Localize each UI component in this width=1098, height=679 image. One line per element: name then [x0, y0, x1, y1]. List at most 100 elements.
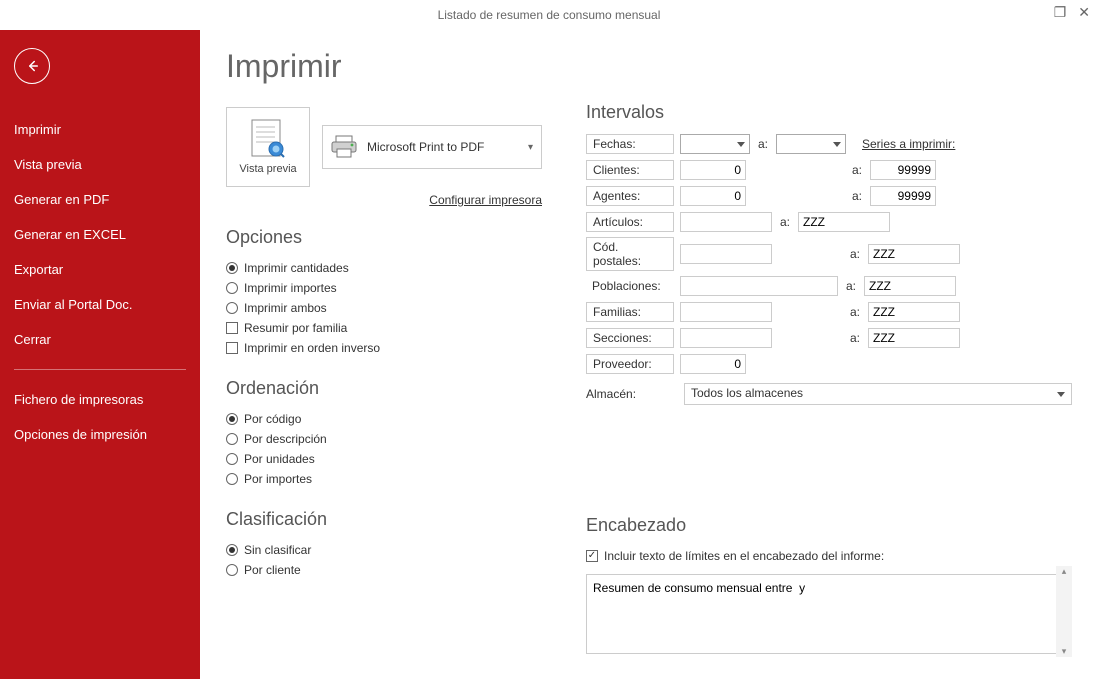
- radio-icon: [226, 473, 238, 485]
- printer-name: Microsoft Print to PDF: [367, 140, 484, 154]
- intv-cpostales-row: Cód. postales: a:: [586, 237, 1072, 271]
- ord-codigo[interactable]: Por código: [226, 409, 556, 429]
- fechas-from-dropdown[interactable]: [680, 134, 750, 154]
- sidebar-item-opciones-impresion[interactable]: Opciones de impresión: [10, 417, 190, 452]
- sidebar-item-generar-pdf[interactable]: Generar en PDF: [10, 182, 190, 217]
- encabezado-heading: Encabezado: [586, 515, 1072, 536]
- opt-imprimir-ambos[interactable]: Imprimir ambos: [226, 298, 556, 318]
- scroll-up-icon[interactable]: ▴: [1062, 566, 1067, 577]
- sidebar-item-vista-previa[interactable]: Vista previa: [10, 147, 190, 182]
- radio-icon: [226, 433, 238, 445]
- radio-icon: [226, 453, 238, 465]
- intv-articulos-row: Artículos: a:: [586, 211, 1072, 233]
- opt-imprimir-cantidades[interactable]: Imprimir cantidades: [226, 258, 556, 278]
- checkbox-icon: [586, 550, 598, 562]
- fechas-to-dropdown[interactable]: [776, 134, 846, 154]
- intv-fechas-label: Fechas:: [586, 134, 674, 154]
- clasificacion-heading: Clasificación: [226, 509, 556, 530]
- radio-icon: [226, 282, 238, 294]
- close-icon[interactable]: ✕: [1078, 4, 1090, 21]
- clas-sin-clasificar[interactable]: Sin clasificar: [226, 540, 556, 560]
- ord-importes[interactable]: Por importes: [226, 469, 556, 489]
- document-preview-icon: [251, 119, 285, 159]
- configure-printer-link[interactable]: Configurar impresora: [226, 193, 542, 207]
- poblaciones-to-input[interactable]: [864, 276, 956, 296]
- almacen-value: Todos los almacenes: [691, 386, 803, 400]
- a-label: a:: [850, 163, 864, 177]
- cpostales-to-input[interactable]: [868, 244, 960, 264]
- intv-poblaciones-row: Poblaciones: a:: [586, 275, 1072, 297]
- a-label: a:: [844, 279, 858, 293]
- proveedor-input[interactable]: [680, 354, 746, 374]
- opt-orden-inverso[interactable]: Imprimir en orden inverso: [226, 338, 556, 358]
- intv-poblaciones-label: Poblaciones:: [586, 277, 674, 295]
- ord-descripcion[interactable]: Por descripción: [226, 429, 556, 449]
- radio-icon: [226, 302, 238, 314]
- almacen-select[interactable]: Todos los almacenes: [684, 383, 1072, 405]
- intv-agentes-label: Agentes:: [586, 186, 674, 206]
- sidebar: Imprimir Vista previa Generar en PDF Gen…: [0, 30, 200, 679]
- checkbox-icon: [226, 322, 238, 334]
- intv-familias-row: Familias: a:: [586, 301, 1072, 323]
- sidebar-item-imprimir[interactable]: Imprimir: [10, 112, 190, 147]
- a-label: a:: [850, 189, 864, 203]
- sidebar-item-enviar-portal[interactable]: Enviar al Portal Doc.: [10, 287, 190, 322]
- articulos-from-input[interactable]: [680, 212, 772, 232]
- back-button[interactable]: [14, 48, 50, 84]
- window-title: Listado de resumen de consumo mensual: [438, 8, 661, 22]
- sidebar-item-generar-excel[interactable]: Generar en EXCEL: [10, 217, 190, 252]
- textarea-scrollbar[interactable]: ▴ ▾: [1056, 566, 1072, 657]
- a-label: a:: [848, 305, 862, 319]
- maximize-icon[interactable]: ❐: [1054, 4, 1067, 21]
- a-label: a:: [756, 137, 770, 151]
- chevron-down-icon: ▾: [528, 142, 533, 153]
- vista-previa-label: Vista previa: [239, 163, 296, 175]
- ord-unidades[interactable]: Por unidades: [226, 449, 556, 469]
- opt-imprimir-importes[interactable]: Imprimir importes: [226, 278, 556, 298]
- familias-from-input[interactable]: [680, 302, 772, 322]
- radio-icon: [226, 262, 238, 274]
- intv-articulos-label: Artículos:: [586, 212, 674, 232]
- clientes-from-input[interactable]: [680, 160, 746, 180]
- intv-clientes-row: Clientes: a:: [586, 159, 1072, 181]
- incluir-texto-check[interactable]: Incluir texto de límites en el encabezad…: [586, 546, 1072, 566]
- secciones-from-input[interactable]: [680, 328, 772, 348]
- series-a-imprimir-link[interactable]: Series a imprimir:: [862, 137, 955, 151]
- printer-select[interactable]: Microsoft Print to PDF ▾: [322, 125, 542, 169]
- checkbox-icon: [226, 342, 238, 354]
- intv-fechas-row: Fechas: a: Series a imprimir:: [586, 133, 1072, 155]
- printer-icon: [331, 135, 357, 159]
- secciones-to-input[interactable]: [868, 328, 960, 348]
- intv-agentes-row: Agentes: a:: [586, 185, 1072, 207]
- agentes-from-input[interactable]: [680, 186, 746, 206]
- sidebar-item-fichero-impresoras[interactable]: Fichero de impresoras: [10, 382, 190, 417]
- a-label: a:: [778, 215, 792, 229]
- almacen-row: Almacén: Todos los almacenes: [586, 383, 1072, 405]
- familias-to-input[interactable]: [868, 302, 960, 322]
- agentes-to-input[interactable]: [870, 186, 936, 206]
- scroll-down-icon[interactable]: ▾: [1062, 646, 1067, 657]
- intv-secciones-label: Secciones:: [586, 328, 674, 348]
- opciones-heading: Opciones: [226, 227, 556, 248]
- articulos-to-input[interactable]: [798, 212, 890, 232]
- sidebar-item-exportar[interactable]: Exportar: [10, 252, 190, 287]
- page-title: Imprimir: [226, 48, 556, 85]
- vista-previa-button[interactable]: Vista previa: [226, 107, 310, 187]
- intv-familias-label: Familias:: [586, 302, 674, 322]
- intv-proveedor-row: Proveedor:: [586, 353, 1072, 375]
- almacen-label: Almacén:: [586, 387, 674, 401]
- intv-proveedor-label: Proveedor:: [586, 354, 674, 374]
- titlebar: Listado de resumen de consumo mensual ❐ …: [0, 0, 1098, 30]
- ordenacion-heading: Ordenación: [226, 378, 556, 399]
- radio-icon: [226, 544, 238, 556]
- clientes-to-input[interactable]: [870, 160, 936, 180]
- cpostales-from-input[interactable]: [680, 244, 772, 264]
- radio-icon: [226, 564, 238, 576]
- opt-resumir-familia[interactable]: Resumir por familia: [226, 318, 556, 338]
- poblaciones-from-input[interactable]: [680, 276, 838, 296]
- clas-por-cliente[interactable]: Por cliente: [226, 560, 556, 580]
- a-label: a:: [848, 247, 862, 261]
- radio-icon: [226, 413, 238, 425]
- sidebar-item-cerrar[interactable]: Cerrar: [10, 322, 190, 357]
- encabezado-textarea[interactable]: [586, 574, 1072, 654]
